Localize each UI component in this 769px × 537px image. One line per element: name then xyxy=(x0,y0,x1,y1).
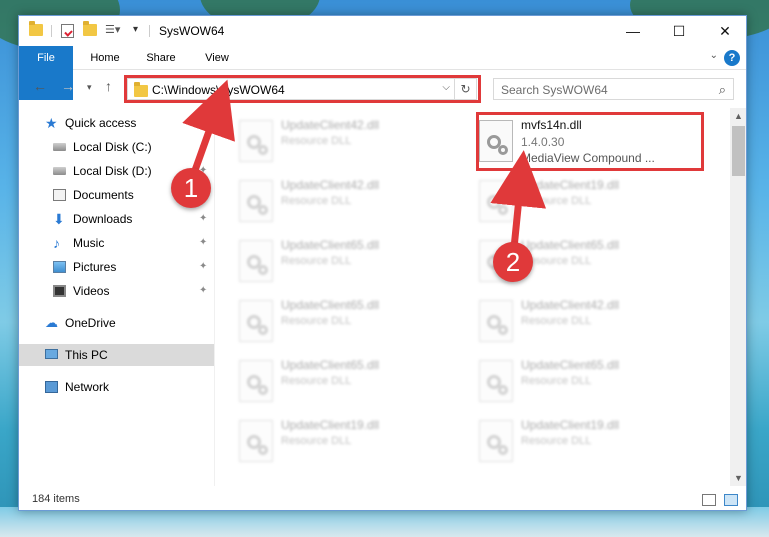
explorer-window: ☰▾ ▾ SysWOW64 — ☐ ✕ File Home Share View… xyxy=(18,15,747,511)
arrow-1 xyxy=(182,79,235,178)
beach-background xyxy=(0,507,769,537)
step-marker-1: 1 xyxy=(171,168,211,208)
annotation-arrows xyxy=(182,79,547,249)
arrow-2 xyxy=(490,150,547,249)
step-marker-2: 2 xyxy=(493,242,533,282)
